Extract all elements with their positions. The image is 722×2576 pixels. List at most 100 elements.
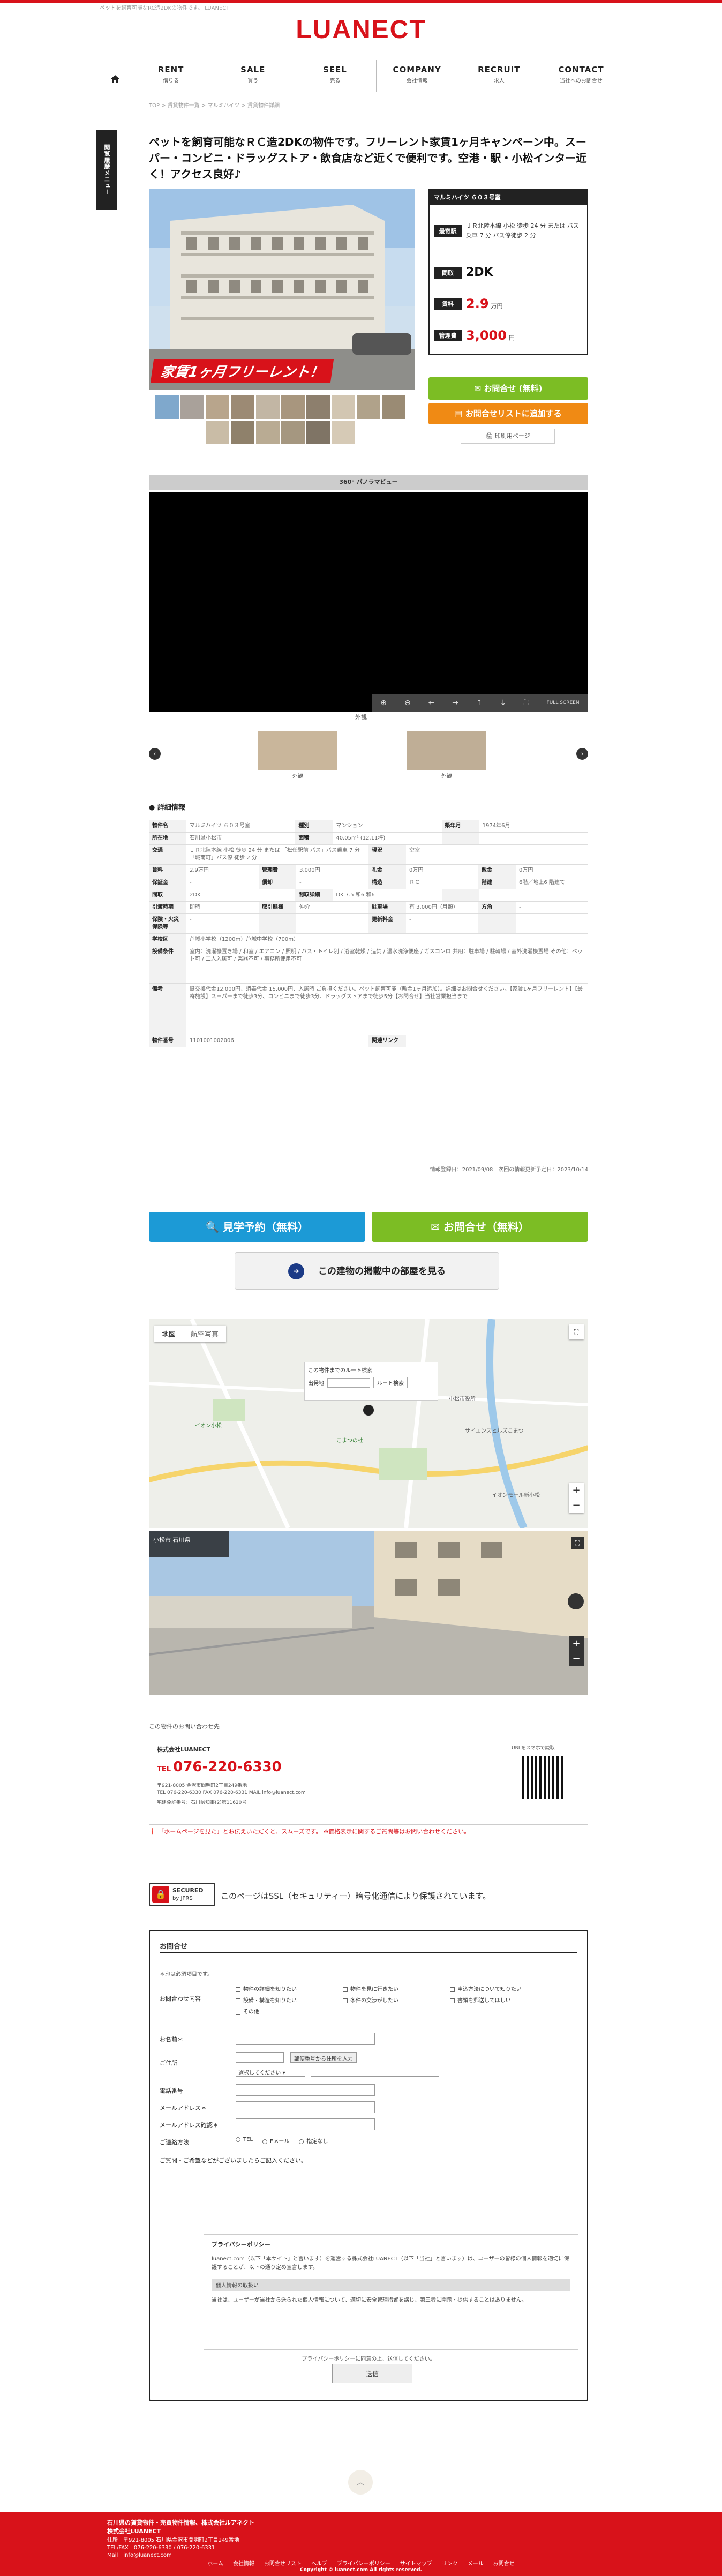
thumbnail[interactable] — [206, 421, 229, 444]
back-to-top-button[interactable]: ︿ — [348, 2470, 373, 2495]
zoom-out-icon[interactable]: − — [569, 1498, 584, 1513]
address-field[interactable] — [311, 2066, 439, 2077]
footer-link[interactable]: ヘルプ — [311, 2559, 327, 2567]
checkbox[interactable] — [450, 1987, 455, 1992]
print-button[interactable]: 🖨 印刷用ページ — [461, 429, 555, 444]
nav-contact[interactable]: CONTACT 当社へのお問合せ — [540, 60, 623, 92]
thumbnail[interactable] — [306, 395, 330, 419]
method-option[interactable]: TEL — [236, 2137, 253, 2145]
thumbnail[interactable] — [206, 395, 229, 419]
checkbox[interactable] — [236, 1987, 240, 1992]
other-rooms-button[interactable]: ➜ この建物の掲載中の部屋を見る — [235, 1252, 499, 1290]
footer-link[interactable]: メール — [468, 2559, 484, 2567]
submit-button[interactable]: 送信 — [332, 2364, 412, 2383]
footer-link[interactable]: 会社情報 — [233, 2559, 254, 2567]
panorama-thumb[interactable] — [258, 731, 337, 770]
thumbnail[interactable] — [281, 421, 305, 444]
thumbnail[interactable] — [231, 421, 254, 444]
checkbox[interactable] — [450, 1998, 455, 2003]
footer-link[interactable]: お問合せリスト — [264, 2559, 302, 2567]
nav-company[interactable]: COMPANY 会社情報 — [377, 60, 458, 92]
history-menu-tab[interactable]: 閲覧履歴メニュー — [96, 130, 117, 210]
zoom-out-icon[interactable]: − — [569, 1651, 584, 1666]
phone-field[interactable] — [236, 2084, 375, 2096]
street-view[interactable]: 小松市 石川県 ⛶ + − — [149, 1531, 588, 1695]
thumbnail[interactable] — [306, 421, 330, 444]
method-option[interactable]: 指定なし — [299, 2137, 328, 2145]
arrow-up-icon[interactable]: ↑ — [476, 699, 483, 707]
fullscreen-icon[interactable]: ⛶ — [569, 1324, 584, 1339]
arrow-down-icon[interactable]: ↓ — [500, 699, 506, 707]
thumbnail[interactable] — [332, 395, 355, 419]
nav-sale[interactable]: SALE 買う — [212, 60, 295, 92]
thumbnail[interactable] — [332, 421, 355, 444]
compass-icon[interactable] — [568, 1593, 584, 1609]
option-item[interactable]: 条件の交渉がしたい — [343, 1996, 450, 2004]
option-item[interactable]: 物件の詳細を知りたい — [236, 1985, 343, 1993]
contact-tel[interactable]: 076-220-6330 — [173, 1759, 282, 1775]
thumbnail[interactable] — [382, 395, 405, 419]
map-tab[interactable]: 地図 — [154, 1326, 183, 1342]
option-item[interactable]: 申込方法について知りたい — [450, 1985, 557, 1993]
inquiry-large-button[interactable]: ✉ お問合せ（無料） — [372, 1212, 588, 1242]
footer-link[interactable]: プライバシーポリシー — [337, 2559, 390, 2567]
zoom-in-icon[interactable]: ⊕ — [380, 699, 387, 707]
site-logo[interactable]: LUANECT — [0, 15, 722, 44]
checkbox[interactable] — [343, 1998, 348, 2003]
zoom-in-icon[interactable]: + — [569, 1483, 584, 1498]
nav-rent[interactable]: RENT 借りる — [130, 60, 213, 92]
radio[interactable] — [236, 2137, 240, 2142]
route-from-input[interactable] — [327, 1377, 370, 1388]
checkbox[interactable] — [236, 2009, 240, 2015]
option-item[interactable]: 書類を郵送してほしい — [450, 1996, 557, 2004]
arrow-right-icon[interactable]: → — [452, 699, 458, 707]
footer-link[interactable]: お問合せ — [493, 2559, 515, 2567]
thumbnail[interactable] — [281, 395, 305, 419]
nav-seel[interactable]: SEEL 売る — [294, 60, 377, 92]
radio[interactable] — [262, 2139, 267, 2144]
zip-lookup-button[interactable]: 郵便番号から住所を入力 — [290, 2052, 357, 2063]
prefecture-select[interactable]: 選択してください ▾ — [236, 2066, 305, 2077]
checkbox[interactable] — [343, 1987, 348, 1992]
method-option[interactable]: Eメール — [262, 2137, 289, 2145]
panorama-next-button[interactable]: › — [576, 748, 588, 760]
panorama-viewer[interactable] — [149, 492, 588, 712]
nav-recruit[interactable]: RECRUIT 求人 — [458, 60, 540, 92]
email-field[interactable] — [236, 2101, 375, 2113]
satellite-tab[interactable]: 航空写真 — [183, 1326, 226, 1342]
zoom-in-icon[interactable]: + — [569, 1636, 584, 1651]
panorama-thumb[interactable] — [407, 731, 486, 770]
thumbnail[interactable] — [357, 395, 380, 419]
inquiry-button[interactable]: ✉ お問合せ (無料) — [428, 377, 588, 400]
email-confirm-field[interactable] — [236, 2118, 375, 2130]
zip-field[interactable] — [236, 2052, 284, 2063]
arrow-left-icon[interactable]: ← — [428, 699, 435, 707]
privacy-policy-box[interactable]: プライバシーポリシー luanect.com（以下「本サイト」と言います）を運営… — [204, 2234, 578, 2350]
thumbnail[interactable] — [180, 395, 204, 419]
zoom-out-icon[interactable]: ⊖ — [404, 699, 411, 707]
footer-link[interactable]: サイトマップ — [400, 2559, 432, 2567]
footer-link[interactable]: リンク — [442, 2559, 458, 2567]
footer-link[interactable]: ホーム — [207, 2559, 223, 2567]
fullscreen-icon[interactable]: ⛶ — [571, 1537, 584, 1549]
breadcrumb[interactable]: TOP > 賃貸物件一覧 > マルミハイツ > 賃貸物件詳細 — [149, 101, 280, 109]
add-to-list-button[interactable]: ▤ お問合せリストに追加する — [428, 403, 588, 424]
option-item[interactable]: 物件を見に行きたい — [343, 1985, 450, 1993]
checkbox[interactable] — [236, 1998, 240, 2003]
name-field[interactable] — [236, 2033, 375, 2045]
route-search-button[interactable]: ルート検索 — [373, 1377, 408, 1388]
message-textarea[interactable] — [204, 2169, 578, 2222]
thumbnail[interactable] — [256, 421, 280, 444]
option-item[interactable]: 設備・構造を知りたい — [236, 1996, 343, 2004]
panorama-prev-button[interactable]: ‹ — [149, 748, 161, 760]
option-item[interactable]: その他 — [236, 2007, 343, 2015]
thumbnail[interactable] — [231, 395, 254, 419]
fullscreen-icon[interactable]: ⛶ — [524, 699, 529, 707]
thumbnail[interactable] — [155, 395, 179, 419]
fullscreen-label[interactable]: FULL SCREEN — [547, 700, 580, 706]
visit-reservation-button[interactable]: 🔍 見学予約（無料） — [149, 1212, 365, 1242]
nav-home[interactable] — [100, 60, 130, 92]
radio[interactable] — [299, 2139, 304, 2144]
google-map[interactable]: 地図 航空写真 この物件までのルート検索 出発地 ルート検索 イオン小松 こまつ… — [149, 1319, 588, 1528]
thumbnail[interactable] — [256, 395, 280, 419]
